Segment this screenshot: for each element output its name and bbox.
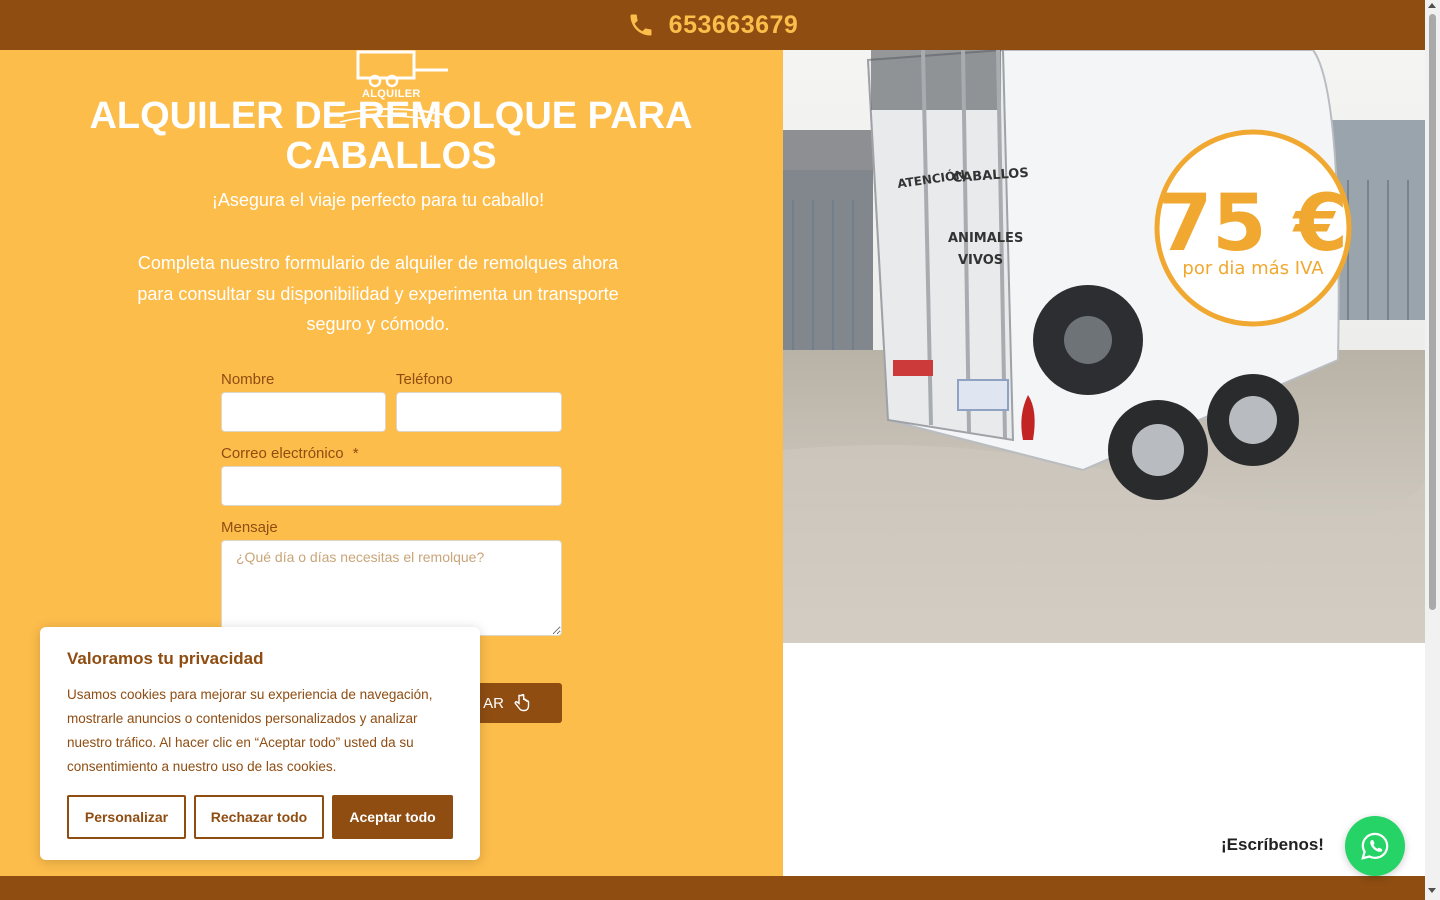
email-label-text: Correo electrónico — [221, 445, 344, 462]
cookie-consent-dialog: Valoramos tu privacidad Usamos cookies p… — [40, 627, 480, 860]
page-scrollbar[interactable] — [1425, 0, 1440, 900]
phone-field[interactable] — [396, 392, 562, 432]
whatsapp-button[interactable] — [1345, 816, 1405, 876]
name-field[interactable] — [221, 392, 386, 432]
page-title-line2: CABALLOS — [285, 135, 497, 177]
price-value: 75 € — [1158, 179, 1348, 269]
message-field[interactable] — [221, 540, 562, 636]
email-field[interactable] — [221, 466, 562, 506]
trailer-text-vivos: VIVOS — [958, 253, 1003, 268]
whatsapp-label[interactable]: ¡Escríbenos! — [1221, 835, 1324, 855]
reject-all-cookies-button[interactable]: Rechazar todo — [194, 795, 324, 839]
phone-label: Teléfono — [396, 371, 453, 388]
trailer-text-animales: ANIMALES — [948, 231, 1023, 246]
trailer-image-section: ATENCIÓN CABALLOS ANIMALES VIVOS 75 € po… — [783, 50, 1425, 876]
page-title-line1: ALQUILER DE REMOLQUE PARA — [89, 95, 693, 137]
message-label: Mensaje — [221, 519, 278, 536]
footer-bar — [0, 876, 1425, 900]
submit-button-label: AR — [483, 694, 504, 712]
price-caption: por dia más IVA — [1182, 258, 1324, 279]
cookie-text: Usamos cookies para mejorar su experienc… — [67, 687, 433, 774]
scroll-up-arrow-icon[interactable] — [1428, 3, 1436, 8]
name-label: Nombre — [221, 371, 275, 388]
scrollbar-thumb[interactable] — [1429, 14, 1436, 610]
cookie-title: Valoramos tu privacidad — [67, 649, 264, 668]
pointer-hand-icon — [514, 694, 530, 712]
accept-all-cookies-button[interactable]: Aceptar todo — [332, 795, 453, 839]
page-title: ALQUILER DE REMOLQUE PARA CABALLOS — [60, 96, 722, 176]
top-contact-bar: 653663679 — [0, 0, 1425, 50]
phone-number-link[interactable]: 653663679 — [669, 11, 799, 40]
trailer-photo: ATENCIÓN CABALLOS ANIMALES VIVOS 75 € po… — [783, 50, 1425, 643]
hero-subtitle: ¡Asegura el viaje perfecto para tu cabal… — [211, 190, 545, 210]
email-label: Correo electrónico * — [221, 445, 359, 462]
whatsapp-icon — [1361, 832, 1389, 860]
phone-icon — [630, 14, 652, 36]
required-mark: * — [352, 445, 359, 462]
hero-description: Completa nuestro formulario de alquiler … — [137, 253, 619, 334]
customize-cookies-button[interactable]: Personalizar — [67, 795, 186, 839]
scroll-down-arrow-icon[interactable] — [1428, 888, 1436, 893]
